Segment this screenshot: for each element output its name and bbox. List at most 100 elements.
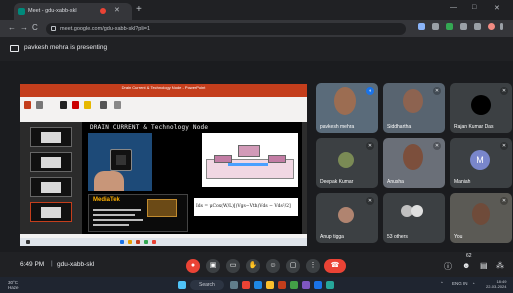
participant-avatar xyxy=(338,152,354,168)
url-text: meet.google.com/gdu-xabb-skl?pli=1 xyxy=(60,26,151,32)
meeting-code: gdu-xabb-skl xyxy=(57,261,95,268)
os-taskbar: 30°C Haze Search ⌃ ENG IN ◔ 18:49 22-03-… xyxy=(0,277,513,293)
participant-name: Rajan Kumar Das xyxy=(454,124,494,130)
participant-tile[interactable]: ✕ Rajan Kumar Das xyxy=(450,83,512,133)
share-icon[interactable] xyxy=(432,23,439,30)
app-icon[interactable] xyxy=(302,281,310,289)
chrome-icon[interactable] xyxy=(290,281,298,289)
slide-thumbnail-active[interactable] xyxy=(30,202,72,222)
info-icon[interactable]: ⓘ xyxy=(444,261,452,272)
mic-off-icon: ✕ xyxy=(433,87,441,95)
extension-shield-icon[interactable] xyxy=(446,23,453,30)
edge-icon[interactable] xyxy=(254,281,262,289)
task-view-icon[interactable] xyxy=(230,281,238,289)
meet-control-bar: 6:49 PM | gdu-xabb-skl ● ▣ ▭ ✋ ☺ ▢ ⋮ ☎ ⓘ… xyxy=(0,252,513,277)
participant-name: Anup tigga xyxy=(320,234,344,240)
participant-tile[interactable]: ✕ Siddhartha xyxy=(383,83,445,133)
system-clock[interactable]: 18:49 22-03-2024 xyxy=(486,279,506,289)
presenter-taskbar xyxy=(20,238,307,246)
raise-hand-button[interactable]: ✋ xyxy=(246,259,260,273)
maximize-button[interactable]: □ xyxy=(472,4,476,11)
new-tab-button[interactable]: + xyxy=(136,4,142,15)
text-line xyxy=(93,209,141,211)
close-window-button[interactable]: ✕ xyxy=(494,4,500,12)
download-icon[interactable] xyxy=(474,23,481,30)
others-tile[interactable]: 53 others xyxy=(383,193,445,243)
more-options-button[interactable]: ⋮ xyxy=(306,259,320,273)
app-icon[interactable] xyxy=(242,281,250,289)
participant-name: Siddhartha xyxy=(387,124,412,130)
mediatek-image: MediaTek xyxy=(88,194,188,232)
channel-shape xyxy=(228,163,268,166)
app-icon[interactable] xyxy=(326,281,334,289)
participant-tile[interactable]: ✕ Deepak Kumar xyxy=(316,138,378,188)
reload-button[interactable]: C xyxy=(32,23,38,32)
thumbnail-image xyxy=(41,157,61,168)
close-tab-icon[interactable]: ✕ xyxy=(114,6,120,14)
mic-off-icon: ✕ xyxy=(366,142,374,150)
forward-button[interactable]: → xyxy=(20,23,28,32)
self-tile[interactable]: ✕ You xyxy=(450,193,512,243)
back-button[interactable]: ← xyxy=(8,23,16,32)
taskbar-search[interactable]: Search xyxy=(190,280,224,290)
mediatek-chip xyxy=(147,199,177,217)
align-icon xyxy=(100,101,107,109)
thumbnail-image xyxy=(41,182,61,193)
participant-initial-avatar: M xyxy=(470,150,490,170)
meeting-time: 6:49 PM xyxy=(20,261,45,268)
app-icon[interactable] xyxy=(314,281,322,289)
slide-thumbnail[interactable] xyxy=(30,177,72,197)
minimize-button[interactable]: — xyxy=(450,4,457,11)
highlight-icon xyxy=(84,101,91,109)
profile-avatar[interactable] xyxy=(488,23,495,30)
emoji-button[interactable]: ☺ xyxy=(266,259,280,273)
wifi-icon[interactable]: ◔ xyxy=(472,281,475,286)
participant-tile[interactable]: ✕ Anusha xyxy=(383,138,445,188)
camera-extension-icon[interactable] xyxy=(418,23,425,30)
shared-screen[interactable]: Drain Current & Technology Node - PowerP… xyxy=(20,84,307,246)
thumbnail-image xyxy=(41,132,61,143)
app-icon xyxy=(120,240,124,244)
language-indicator[interactable]: ENG IN xyxy=(452,281,468,286)
menu-icon[interactable] xyxy=(500,23,503,30)
start-icon[interactable] xyxy=(178,281,186,289)
powerpoint-icon[interactable] xyxy=(278,281,286,289)
tray-chevron-icon[interactable]: ⌃ xyxy=(440,281,444,287)
participant-tile[interactable]: ◖ pavkesh mehra xyxy=(316,83,378,133)
participant-video xyxy=(403,144,423,170)
weather-widget[interactable]: 30°C Haze xyxy=(8,280,19,290)
slide-thumbnail[interactable] xyxy=(30,127,72,147)
self-name: You xyxy=(454,234,463,240)
mic-off-icon: ✕ xyxy=(500,142,508,150)
hand-image xyxy=(94,171,124,191)
chip-image xyxy=(110,149,132,171)
mic-off-button[interactable]: ● xyxy=(186,259,200,273)
people-icon[interactable]: ☻ xyxy=(462,261,470,270)
address-bar[interactable]: meet.google.com/gdu-xabb-skl?pli=1 xyxy=(46,23,406,35)
start-icon xyxy=(26,240,30,244)
captions-button[interactable]: ▭ xyxy=(226,259,240,273)
file-explorer-icon[interactable] xyxy=(266,281,274,289)
browser-tab-meet[interactable]: Meet - gdu-xabb-skl ✕ xyxy=(14,3,132,20)
chat-icon[interactable]: ▤ xyxy=(480,261,488,270)
participant-tile[interactable]: ✕ Anup tigga xyxy=(316,193,378,243)
clock-date: 22-03-2024 xyxy=(486,284,507,289)
separator: | xyxy=(51,260,53,267)
participant-count: 62 xyxy=(466,253,472,259)
leave-call-button[interactable]: ☎ xyxy=(324,259,346,273)
mic-off-icon: ✕ xyxy=(500,87,508,95)
presenting-banner: pavkesh mehra is presenting xyxy=(0,37,513,61)
present-button[interactable]: ▢ xyxy=(286,259,300,273)
new-slide-icon xyxy=(36,101,43,109)
drain-current-formula: Ids = μCox(W/L)[(Vgs−Vth)Vds − Vds²/2] xyxy=(194,198,298,216)
activities-icon[interactable]: ⁂ xyxy=(496,261,504,270)
camera-button[interactable]: ▣ xyxy=(206,259,220,273)
slide-thumbnail[interactable] xyxy=(30,152,72,172)
meet-favicon-icon xyxy=(18,8,25,15)
participant-tile[interactable]: M ✕ Maniah xyxy=(450,138,512,188)
puzzle-icon[interactable] xyxy=(460,23,467,30)
participant-video xyxy=(334,87,356,115)
text-line xyxy=(93,219,143,221)
participant-video xyxy=(403,89,423,113)
present-screen-icon xyxy=(10,45,19,52)
